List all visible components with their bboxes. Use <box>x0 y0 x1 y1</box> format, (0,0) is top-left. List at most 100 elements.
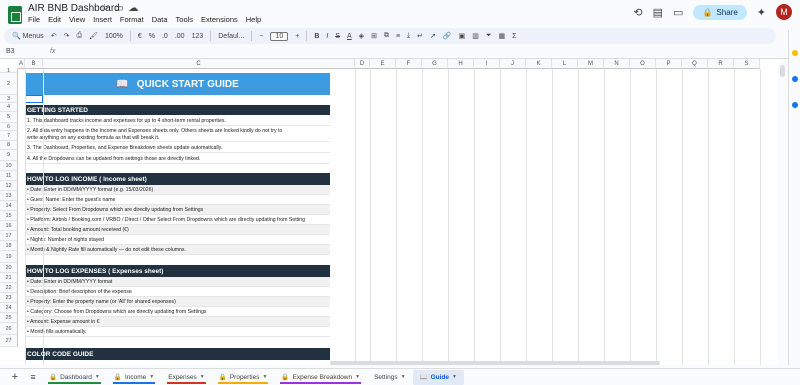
row-header[interactable]: 25 <box>0 313 18 323</box>
star-move-cloud-icons[interactable]: ☆▭☁ <box>100 3 143 14</box>
history-icon[interactable]: ⟲ <box>633 6 642 19</box>
column-header[interactable]: B <box>25 59 43 69</box>
tab-income[interactable]: 🔒 Income ▼ <box>107 370 161 385</box>
column-header[interactable]: H <box>448 59 474 69</box>
tasks-icon[interactable] <box>791 76 798 82</box>
row-header[interactable]: 10 <box>0 161 18 171</box>
column-header[interactable]: S <box>734 59 760 69</box>
menu-help[interactable]: Help <box>246 15 261 24</box>
column-header[interactable]: P <box>656 59 682 69</box>
menu-tools[interactable]: Tools <box>176 15 194 24</box>
font-decrease-icon[interactable]: − <box>259 33 263 40</box>
column-header[interactable]: D <box>355 59 370 69</box>
menu-file[interactable]: File <box>28 15 40 24</box>
column-header[interactable]: O <box>630 59 656 69</box>
column-header[interactable]: G <box>422 59 448 69</box>
column-header[interactable]: M <box>578 59 604 69</box>
row-header[interactable]: 5 <box>0 112 18 123</box>
filter-icon[interactable]: ⏷ <box>486 32 492 40</box>
strikethrough-icon[interactable]: S <box>335 33 340 40</box>
align-icon[interactable]: ≡ <box>396 33 400 40</box>
tab-dashboard[interactable]: 🔒 Dashboard ▼ <box>42 370 107 385</box>
row-header[interactable]: 19 <box>0 251 18 263</box>
menu-extensions[interactable]: Extensions <box>201 15 238 24</box>
sheet-grid[interactable]: 📖 QUICK START GUIDE GETTING STARTED 1. T… <box>0 59 778 365</box>
column-header[interactable]: R <box>708 59 734 69</box>
merge-icon[interactable]: ⧉ <box>384 32 389 40</box>
row-header[interactable]: 23 <box>0 293 18 303</box>
zoom-select[interactable]: 100% <box>105 33 123 40</box>
menu-format[interactable]: Format <box>120 15 144 24</box>
column-header[interactable]: A <box>18 59 25 69</box>
tab-guide[interactable]: 📖 Guide ▼ <box>412 369 464 385</box>
row-header[interactable]: 2 <box>0 73 18 95</box>
italic-icon[interactable]: I <box>326 33 328 40</box>
valign-icon[interactable]: ⤓ <box>407 32 410 40</box>
text-color-icon[interactable]: A <box>347 33 352 40</box>
name-box[interactable]: B3 <box>6 48 15 55</box>
menu-data[interactable]: Data <box>152 15 168 24</box>
filter-views-icon[interactable]: ▦ <box>498 32 505 40</box>
tab-properties[interactable]: 🔒 Properties ▼ <box>212 370 275 385</box>
font-size-input[interactable]: 10 <box>270 31 289 41</box>
tab-expense-breakdown[interactable]: 🔒 Expense Breakdown ▼ <box>274 370 367 385</box>
horizontal-scrollbar[interactable] <box>330 361 660 365</box>
undo-icon[interactable]: ↶ <box>51 32 57 40</box>
column-header[interactable]: F <box>396 59 422 69</box>
row-header[interactable]: 13 <box>0 191 18 201</box>
chart-icon[interactable]: ▥ <box>472 32 479 40</box>
menus-search[interactable]: 🔍 Menus <box>12 32 44 40</box>
row-header[interactable]: 15 <box>0 211 18 221</box>
row-header[interactable]: 4 <box>0 103 18 112</box>
column-header[interactable]: N <box>604 59 630 69</box>
menu-edit[interactable]: Edit <box>48 15 61 24</box>
row-header[interactable]: 27 <box>0 335 18 347</box>
functions-icon[interactable]: Σ <box>512 33 516 40</box>
column-header[interactable]: Q <box>682 59 708 69</box>
selected-cell[interactable] <box>25 95 43 103</box>
row-header[interactable]: 17 <box>0 231 18 241</box>
row-header[interactable]: 18 <box>0 241 18 251</box>
row-header[interactable]: 16 <box>0 221 18 231</box>
row-header[interactable]: 20 <box>0 263 18 273</box>
row-header[interactable]: 11 <box>0 171 18 181</box>
decrease-decimal-button[interactable]: .0 <box>162 33 168 40</box>
sheets-logo-icon[interactable] <box>8 6 22 24</box>
bold-icon[interactable]: B <box>314 33 319 40</box>
column-header[interactable]: K <box>526 59 552 69</box>
add-sheet-button[interactable]: + <box>6 371 24 383</box>
increase-decimal-button[interactable]: .00 <box>175 33 185 40</box>
column-header[interactable]: E <box>370 59 396 69</box>
comment-icon[interactable]: ▣ <box>459 32 466 40</box>
borders-icon[interactable]: ⊞ <box>371 32 377 40</box>
row-header[interactable]: 9 <box>0 150 18 161</box>
row-header[interactable]: 22 <box>0 283 18 293</box>
column-header[interactable]: L <box>552 59 578 69</box>
row-header[interactable]: 12 <box>0 181 18 191</box>
row-header[interactable]: 8 <box>0 141 18 150</box>
link-icon[interactable]: 🔗 <box>443 32 452 40</box>
share-button[interactable]: 🔒 Share <box>693 4 747 20</box>
row-header[interactable]: 14 <box>0 201 18 211</box>
all-sheets-icon[interactable]: ≡ <box>24 372 42 382</box>
gemini-icon[interactable]: ✦ <box>757 6 766 19</box>
number-format-button[interactable]: 123 <box>192 33 204 40</box>
vertical-scrollbar[interactable] <box>778 59 788 365</box>
row-header[interactable]: 21 <box>0 273 18 283</box>
column-header[interactable]: J <box>500 59 526 69</box>
meet-icon[interactable]: ▭ <box>673 6 683 19</box>
font-select[interactable]: Defaul... <box>218 33 244 40</box>
column-header[interactable]: C <box>43 59 355 69</box>
paint-format-icon[interactable]: 🖌 <box>89 32 98 40</box>
row-header[interactable]: 26 <box>0 323 18 335</box>
tab-settings[interactable]: Settings ▼ <box>367 370 412 385</box>
font-increase-icon[interactable]: + <box>295 33 299 40</box>
comments-icon[interactable]: ▤ <box>653 6 663 19</box>
rotate-icon[interactable]: ↗ <box>430 32 436 40</box>
redo-icon[interactable]: ↷ <box>64 32 70 40</box>
menu-view[interactable]: View <box>69 15 85 24</box>
row-header[interactable]: 7 <box>0 131 18 141</box>
currency-button[interactable]: € <box>138 33 142 40</box>
row-header[interactable]: 3 <box>0 95 18 103</box>
column-header[interactable]: I <box>474 59 500 69</box>
